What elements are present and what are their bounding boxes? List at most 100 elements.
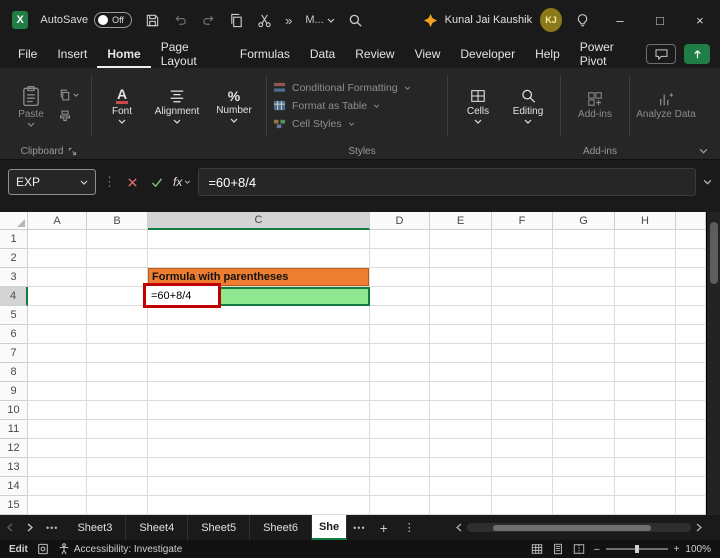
dialog-launcher-icon[interactable] xyxy=(68,147,77,156)
cell-H7[interactable] xyxy=(615,344,676,363)
cell-C9[interactable] xyxy=(148,382,370,401)
cell-D10[interactable] xyxy=(370,401,430,420)
cell-H4[interactable] xyxy=(615,287,676,306)
cell-D15[interactable] xyxy=(370,496,430,515)
cell-H14[interactable] xyxy=(615,477,676,496)
cell-D4[interactable] xyxy=(370,287,430,306)
cell-A3[interactable] xyxy=(28,268,87,287)
cell-E10[interactable] xyxy=(430,401,492,420)
user-avatar[interactable]: KJ xyxy=(540,8,562,32)
cell-partial-12[interactable] xyxy=(676,439,706,458)
zoom-slider-knob[interactable] xyxy=(634,545,639,553)
cell-A1[interactable] xyxy=(28,230,87,249)
vertical-scrollbar[interactable] xyxy=(706,212,720,515)
cell-A15[interactable] xyxy=(28,496,87,515)
cell-G7[interactable] xyxy=(553,344,615,363)
cell-F12[interactable] xyxy=(492,439,553,458)
column-header-H[interactable]: H xyxy=(615,212,676,230)
cell-C6[interactable] xyxy=(148,325,370,344)
cell-E12[interactable] xyxy=(430,439,492,458)
page-break-preview-icon[interactable] xyxy=(573,543,585,555)
cell-H1[interactable] xyxy=(615,230,676,249)
row-header-2[interactable]: 2 xyxy=(0,249,28,268)
row-header-8[interactable]: 8 xyxy=(0,363,28,382)
cell-F13[interactable] xyxy=(492,458,553,477)
cell-D2[interactable] xyxy=(370,249,430,268)
menu-tab-developer[interactable]: Developer xyxy=(450,40,525,68)
sheet-options-button[interactable]: ⋮ xyxy=(396,521,423,534)
add-ins-button[interactable]: Add-ins xyxy=(567,71,623,140)
zoom-slider[interactable] xyxy=(605,545,668,553)
select-all-corner[interactable] xyxy=(0,212,28,230)
cell-D11[interactable] xyxy=(370,420,430,439)
close-button[interactable]: × xyxy=(680,0,720,40)
cell-C1[interactable] xyxy=(148,230,370,249)
cell-E4[interactable] xyxy=(430,287,492,306)
macro-record-icon[interactable] xyxy=(37,543,49,555)
cell-F10[interactable] xyxy=(492,401,553,420)
cell-E8[interactable] xyxy=(430,363,492,382)
cell-E3[interactable] xyxy=(430,268,492,287)
cell-C14[interactable] xyxy=(148,477,370,496)
row-header-10[interactable]: 10 xyxy=(0,401,28,420)
menu-tab-data[interactable]: Data xyxy=(300,40,345,68)
cell-C7[interactable] xyxy=(148,344,370,363)
cell-H10[interactable] xyxy=(615,401,676,420)
cell-B8[interactable] xyxy=(87,363,148,382)
row-header-13[interactable]: 13 xyxy=(0,458,28,477)
cell-H12[interactable] xyxy=(615,439,676,458)
cell-C5[interactable] xyxy=(148,306,370,325)
cell-partial-11[interactable] xyxy=(676,420,706,439)
cell-partial-15[interactable] xyxy=(676,496,706,515)
column-header-F[interactable]: F xyxy=(492,212,553,230)
cell-D7[interactable] xyxy=(370,344,430,363)
column-header-D[interactable]: D xyxy=(370,212,430,230)
row-header-4[interactable]: 4 xyxy=(0,287,28,306)
cell-F8[interactable] xyxy=(492,363,553,382)
zoom-level[interactable]: 100% xyxy=(685,544,711,555)
sheet-list-ellipsis[interactable]: ••• xyxy=(40,523,64,533)
cell-H5[interactable] xyxy=(615,306,676,325)
cell-A13[interactable] xyxy=(28,458,87,477)
cell-D9[interactable] xyxy=(370,382,430,401)
copy-icon[interactable] xyxy=(229,13,244,28)
user-name[interactable]: Kunal Jai Kaushik xyxy=(445,14,532,26)
cell-C10[interactable] xyxy=(148,401,370,420)
row-header-14[interactable]: 14 xyxy=(0,477,28,496)
cell-G4[interactable] xyxy=(553,287,615,306)
cell-C2[interactable] xyxy=(148,249,370,268)
row-header-11[interactable]: 11 xyxy=(0,420,28,439)
cell-B4[interactable] xyxy=(87,287,148,306)
row-header-15[interactable]: 15 xyxy=(0,496,28,515)
row-header-6[interactable]: 6 xyxy=(0,325,28,344)
cell-F4[interactable] xyxy=(492,287,553,306)
collapse-ribbon-chevron[interactable] xyxy=(699,148,708,154)
sheet-tab-sheet6[interactable]: Sheet6 xyxy=(250,515,312,540)
menu-tab-insert[interactable]: Insert xyxy=(47,40,97,68)
cell-F3[interactable] xyxy=(492,268,553,287)
share-button[interactable] xyxy=(684,44,710,64)
cell-D3[interactable] xyxy=(370,268,430,287)
undo-button[interactable] xyxy=(173,13,188,28)
redo-button[interactable] xyxy=(201,13,216,28)
minimize-button[interactable]: – xyxy=(600,0,640,40)
cell-H11[interactable] xyxy=(615,420,676,439)
cell-B6[interactable] xyxy=(87,325,148,344)
formula-input[interactable]: =60+8/4 xyxy=(198,168,696,196)
maximize-button[interactable]: □ xyxy=(640,0,680,40)
cell-F2[interactable] xyxy=(492,249,553,268)
menu-tab-power-pivot[interactable]: Power Pivot xyxy=(570,40,646,68)
conditional-formatting-button[interactable]: Conditional Formatting xyxy=(273,81,441,94)
cell-E6[interactable] xyxy=(430,325,492,344)
cell-B5[interactable] xyxy=(87,306,148,325)
cell-D1[interactable] xyxy=(370,230,430,249)
cell-B7[interactable] xyxy=(87,344,148,363)
cell-H13[interactable] xyxy=(615,458,676,477)
name-box-resize-handle[interactable]: ⋮ xyxy=(103,174,116,190)
cell-C11[interactable] xyxy=(148,420,370,439)
cell-G11[interactable] xyxy=(553,420,615,439)
cell-C12[interactable] xyxy=(148,439,370,458)
cell-B13[interactable] xyxy=(87,458,148,477)
insert-function-button[interactable]: fx xyxy=(173,175,191,189)
cell-H8[interactable] xyxy=(615,363,676,382)
